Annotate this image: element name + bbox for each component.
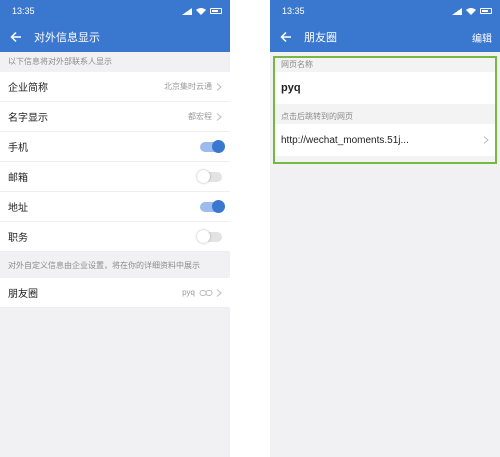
row-phone: 手机 (0, 132, 230, 162)
page-name-value: pyq (281, 82, 301, 94)
row-company-short-name[interactable]: 企业简称 北京集时云通 (0, 72, 230, 102)
row-value: pyq (182, 288, 195, 297)
section-hint: 以下信息将对外部联系人显示 (8, 57, 112, 66)
wifi-icon (196, 7, 206, 15)
page-name-label: 网页名称 (281, 60, 313, 69)
phone-toggle[interactable] (200, 139, 225, 153)
back-arrow-icon[interactable] (278, 29, 294, 45)
row-email: 邮箱 (0, 162, 230, 192)
wifi-icon (466, 7, 476, 15)
nav-bar: 朋友圈 编辑 (270, 22, 500, 52)
back-arrow-icon[interactable] (8, 29, 24, 45)
moments-form: 网页名称 pyq 点击后跳转到的网页 http://wechat_moments… (273, 56, 497, 164)
chevron-right-icon (216, 82, 222, 91)
email-toggle[interactable] (197, 169, 222, 183)
battery-icon (210, 8, 222, 14)
battery-icon (480, 8, 492, 14)
link-icon (199, 289, 213, 296)
custom-list: 朋友圈 pyq (0, 278, 230, 308)
settings-list: 企业简称 北京集时云通 名字显示 都宏程 手机 邮箱 地址 职务 (0, 72, 230, 252)
edit-button[interactable]: 编辑 (472, 30, 492, 45)
divider (275, 156, 495, 162)
row-position: 职务 (0, 222, 230, 252)
status-time: 13:35 (12, 6, 35, 16)
chevron-right-icon (483, 136, 489, 144)
chevron-right-icon (216, 288, 222, 297)
status-time: 13:35 (282, 6, 305, 16)
target-url-label: 点击后跳转到的网页 (281, 112, 353, 121)
nav-bar: 对外信息显示 (0, 22, 230, 52)
page-title: 对外信息显示 (34, 32, 100, 44)
status-bar: 13:35 (270, 0, 500, 22)
left-screen: 13:35 对外信息显示 以下信息将对外部联系人显示 企业简称 北京集时云通 名… (0, 0, 230, 457)
position-toggle[interactable] (197, 229, 222, 243)
row-label: 手机 (8, 143, 28, 154)
row-label: 名字显示 (8, 113, 48, 124)
chevron-right-icon (216, 112, 222, 121)
target-url-field[interactable]: http://wechat_moments.51j... (275, 124, 495, 156)
row-moments[interactable]: 朋友圈 pyq (0, 278, 230, 308)
row-label: 企业简称 (8, 83, 48, 94)
status-bar: 13:35 (0, 0, 230, 22)
row-label: 邮箱 (8, 173, 28, 184)
row-value: 北京集时云通 (164, 82, 212, 91)
row-name-display[interactable]: 名字显示 都宏程 (0, 102, 230, 132)
status-icons (182, 7, 222, 15)
signal-icon (182, 7, 192, 15)
row-label: 朋友圈 (8, 289, 38, 300)
target-url-value: http://wechat_moments.51j... (281, 134, 409, 146)
signal-icon (452, 7, 462, 15)
row-value: 都宏程 (188, 112, 212, 121)
row-label: 地址 (8, 203, 28, 214)
page-name-field[interactable]: pyq (275, 72, 495, 104)
custom-info-hint: 对外自定义信息由企业设置，将在你的详细资料中展示 (8, 261, 200, 270)
row-label: 职务 (8, 233, 28, 244)
page-title: 朋友圈 (304, 32, 337, 44)
status-icons (452, 7, 492, 15)
address-toggle[interactable] (200, 199, 225, 213)
row-address: 地址 (0, 192, 230, 222)
right-screen: 13:35 朋友圈 编辑 网页名称 pyq 点击后跳转到的网页 http://w… (270, 0, 500, 457)
